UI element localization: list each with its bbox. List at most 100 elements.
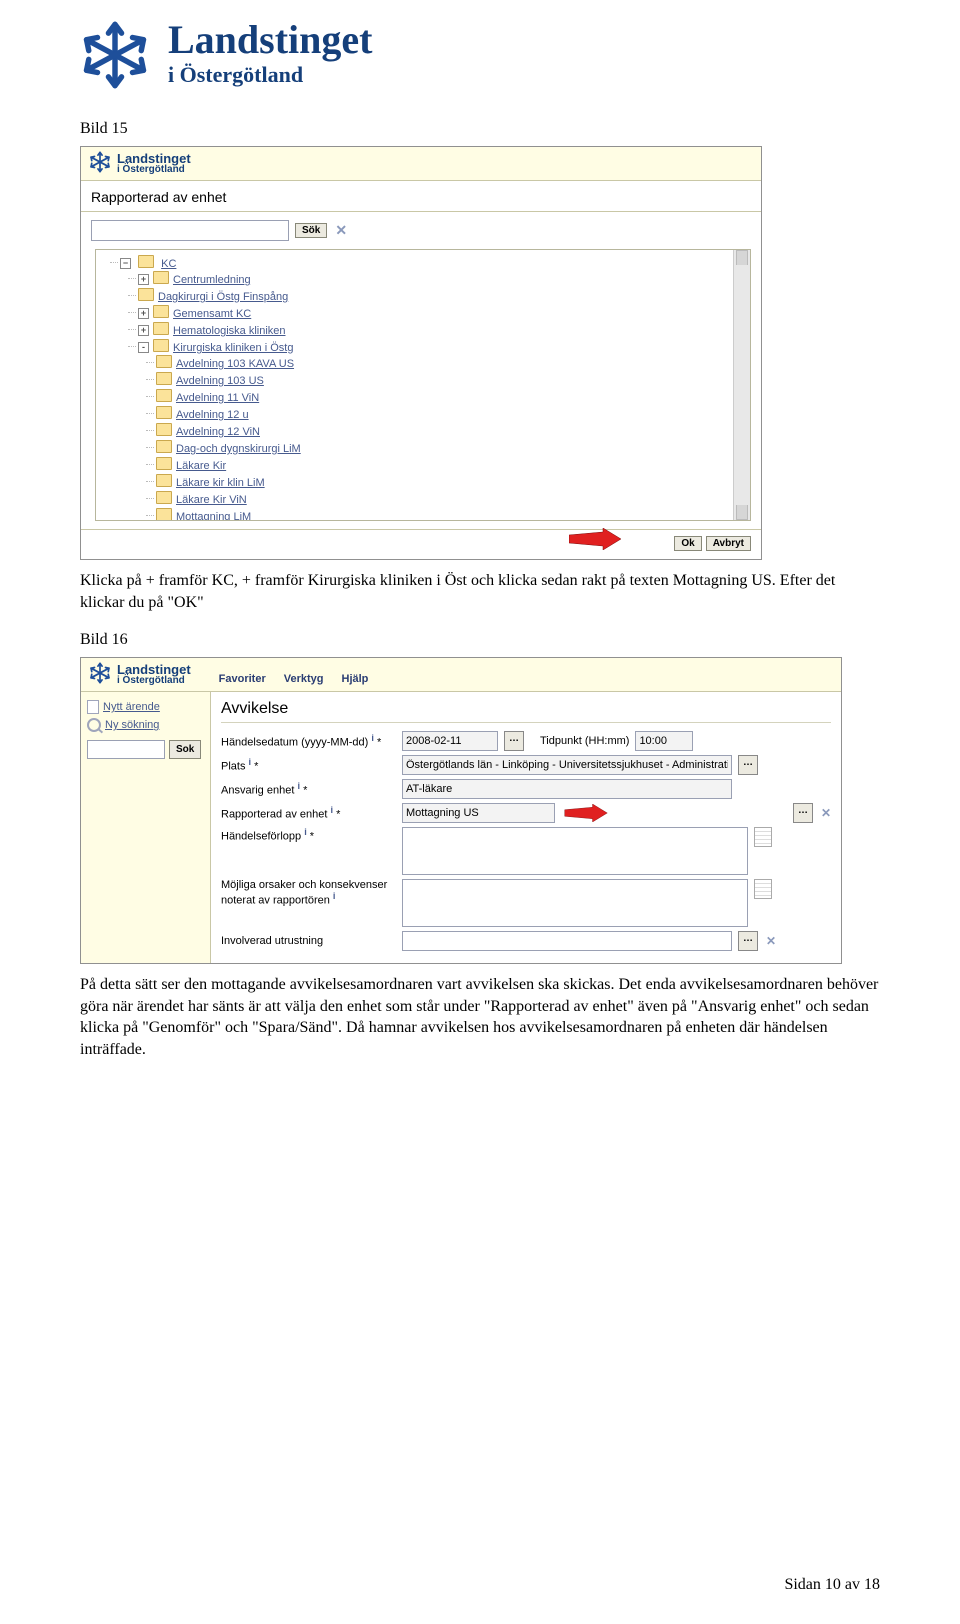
tree-node[interactable]: Avdelning 103 US bbox=[176, 375, 264, 387]
menu-favoriter[interactable]: Favoriter bbox=[219, 673, 266, 685]
input-plats[interactable] bbox=[402, 755, 732, 775]
label-datum: Händelsedatum (yyyy-MM-dd) i * bbox=[221, 733, 396, 749]
notes-icon[interactable] bbox=[754, 827, 772, 847]
page-footer: Sidan 10 av 18 bbox=[784, 1576, 880, 1594]
snowflake-logo-icon bbox=[80, 20, 150, 90]
file-icon bbox=[87, 700, 99, 714]
folder-icon bbox=[156, 389, 172, 402]
tree-node[interactable]: Mottagning LiM bbox=[176, 511, 251, 521]
tree-node[interactable]: Avdelning 12 ViN bbox=[176, 426, 260, 438]
tree-node[interactable]: Centrumledning bbox=[173, 274, 251, 286]
folder-icon bbox=[156, 440, 172, 453]
label-tidpunkt: Tidpunkt (HH:mm) bbox=[540, 735, 629, 747]
unit-tree[interactable]: − KC + Centrumledning Dagkirurgi i Östg F… bbox=[96, 250, 750, 521]
brand-sub: i Östergötland bbox=[168, 62, 373, 88]
collapse-icon[interactable]: − bbox=[120, 258, 131, 269]
brand-name: Landstinget bbox=[168, 20, 373, 60]
tree-node[interactable]: Läkare Kir bbox=[176, 460, 226, 472]
mini-brand-sub: i Östergötland bbox=[117, 165, 191, 175]
cancel-button[interactable]: Avbryt bbox=[706, 536, 751, 551]
folder-icon bbox=[156, 355, 172, 368]
label-ansvarig: Ansvarig enhet i * bbox=[221, 781, 396, 797]
ok-button[interactable]: Ok bbox=[674, 536, 701, 551]
folder-icon bbox=[156, 372, 172, 385]
tree-node[interactable]: Avdelning 11 ViN bbox=[176, 392, 259, 404]
search-input[interactable] bbox=[91, 220, 289, 241]
label-forlopp: Händelseförlopp i * bbox=[221, 827, 396, 843]
picker-button[interactable]: … bbox=[738, 931, 758, 951]
folder-icon bbox=[156, 457, 172, 470]
brand-text: Landstinget i Östergötland bbox=[168, 20, 373, 88]
caption-bild16: Bild 16 bbox=[80, 631, 880, 649]
folder-icon bbox=[156, 406, 172, 419]
caption-bild15: Bild 15 bbox=[80, 120, 880, 138]
folder-icon bbox=[156, 474, 172, 487]
folder-icon bbox=[153, 271, 169, 284]
input-datum[interactable] bbox=[402, 731, 498, 751]
tree-node[interactable]: Dagkirurgi i Östg Finspång bbox=[158, 291, 288, 303]
folder-icon bbox=[138, 288, 154, 301]
input-tidpunkt[interactable] bbox=[635, 731, 693, 751]
label-plats: Plats i * bbox=[221, 757, 396, 773]
textarea-orsaker[interactable] bbox=[402, 879, 748, 927]
expand-icon[interactable]: + bbox=[138, 308, 149, 319]
red-arrow-icon bbox=[561, 804, 611, 822]
search-button[interactable]: Sök bbox=[295, 223, 327, 238]
picker-button[interactable]: … bbox=[738, 755, 758, 775]
mini-brand-sub: i Östergötland bbox=[117, 676, 191, 686]
menu-hjalp[interactable]: Hjälp bbox=[342, 673, 369, 685]
link-nytt-arende[interactable]: Nytt ärende bbox=[103, 701, 160, 713]
folder-icon bbox=[138, 255, 154, 268]
mini-brand: Landstinget i Östergötland bbox=[81, 658, 199, 691]
main-menu: Favoriter Verktyg Hjälp bbox=[199, 667, 369, 691]
paragraph-2: På detta sätt ser den mottagande avvikel… bbox=[80, 974, 880, 1060]
clear-icon[interactable]: ✕ bbox=[764, 934, 776, 948]
tree-node[interactable]: Avdelning 103 KAVA US bbox=[176, 358, 294, 370]
tree-node-kc[interactable]: KC bbox=[161, 258, 176, 270]
folder-icon bbox=[153, 339, 169, 352]
label-rapporterad: Rapporterad av enhet i * bbox=[221, 805, 396, 821]
folder-icon bbox=[153, 322, 169, 335]
date-picker-button[interactable]: … bbox=[504, 731, 524, 751]
folder-icon bbox=[156, 423, 172, 436]
tree-node[interactable]: Dag-och dygnskirurgi LiM bbox=[176, 443, 301, 455]
input-utrustning[interactable] bbox=[402, 931, 732, 951]
folder-icon bbox=[156, 491, 172, 504]
tree-node[interactable]: Hematologiska kliniken bbox=[173, 325, 286, 337]
notes-icon[interactable] bbox=[754, 879, 772, 899]
picker-button[interactable]: … bbox=[793, 803, 813, 823]
dialog-heading: Rapporterad av enhet bbox=[81, 181, 761, 212]
input-rapporterad[interactable] bbox=[402, 803, 555, 823]
expand-icon[interactable]: + bbox=[138, 274, 149, 285]
brand-header: Landstinget i Östergötland bbox=[80, 20, 880, 90]
tree-node[interactable]: Kirurgiska kliniken i Östg bbox=[173, 342, 293, 354]
quick-search-input[interactable] bbox=[87, 740, 165, 759]
snowflake-icon bbox=[89, 151, 111, 176]
input-ansvarig[interactable] bbox=[402, 779, 732, 799]
screenshot-enhet-picker: Landstinget i Östergötland Rapporterad a… bbox=[80, 146, 762, 560]
clear-icon[interactable]: ✕ bbox=[819, 806, 831, 820]
label-utrustning: Involverad utrustning bbox=[221, 935, 396, 947]
mini-brand: Landstinget i Östergötland bbox=[89, 151, 753, 176]
collapse-icon[interactable]: - bbox=[138, 342, 149, 353]
link-ny-sokning[interactable]: Ny sökning bbox=[105, 719, 159, 731]
folder-icon bbox=[153, 305, 169, 318]
search-icon bbox=[87, 718, 101, 732]
tree-node[interactable]: Avdelning 12 u bbox=[176, 409, 249, 421]
red-arrow-icon bbox=[569, 528, 621, 550]
screenshot-avvikelse-form: Landstinget i Östergötland Favoriter Ver… bbox=[80, 657, 842, 964]
expand-icon[interactable]: + bbox=[138, 325, 149, 336]
tree-node[interactable]: Läkare kir klin LiM bbox=[176, 477, 265, 489]
textarea-forlopp[interactable] bbox=[402, 827, 748, 875]
left-sidebar: Nytt ärende Ny sökning Sok bbox=[81, 692, 211, 963]
menu-verktyg[interactable]: Verktyg bbox=[284, 673, 324, 685]
clear-icon[interactable]: ✕ bbox=[333, 222, 347, 239]
folder-icon bbox=[156, 508, 172, 521]
scrollbar[interactable] bbox=[733, 250, 750, 520]
form-title: Avvikelse bbox=[221, 700, 831, 723]
quick-search-button[interactable]: Sok bbox=[169, 740, 201, 759]
snowflake-icon bbox=[89, 662, 111, 687]
paragraph-1: Klicka på + framför KC, + framför Kirurg… bbox=[80, 570, 880, 613]
tree-node[interactable]: Läkare Kir ViN bbox=[176, 494, 247, 506]
tree-node[interactable]: Gemensamt KC bbox=[173, 308, 251, 320]
